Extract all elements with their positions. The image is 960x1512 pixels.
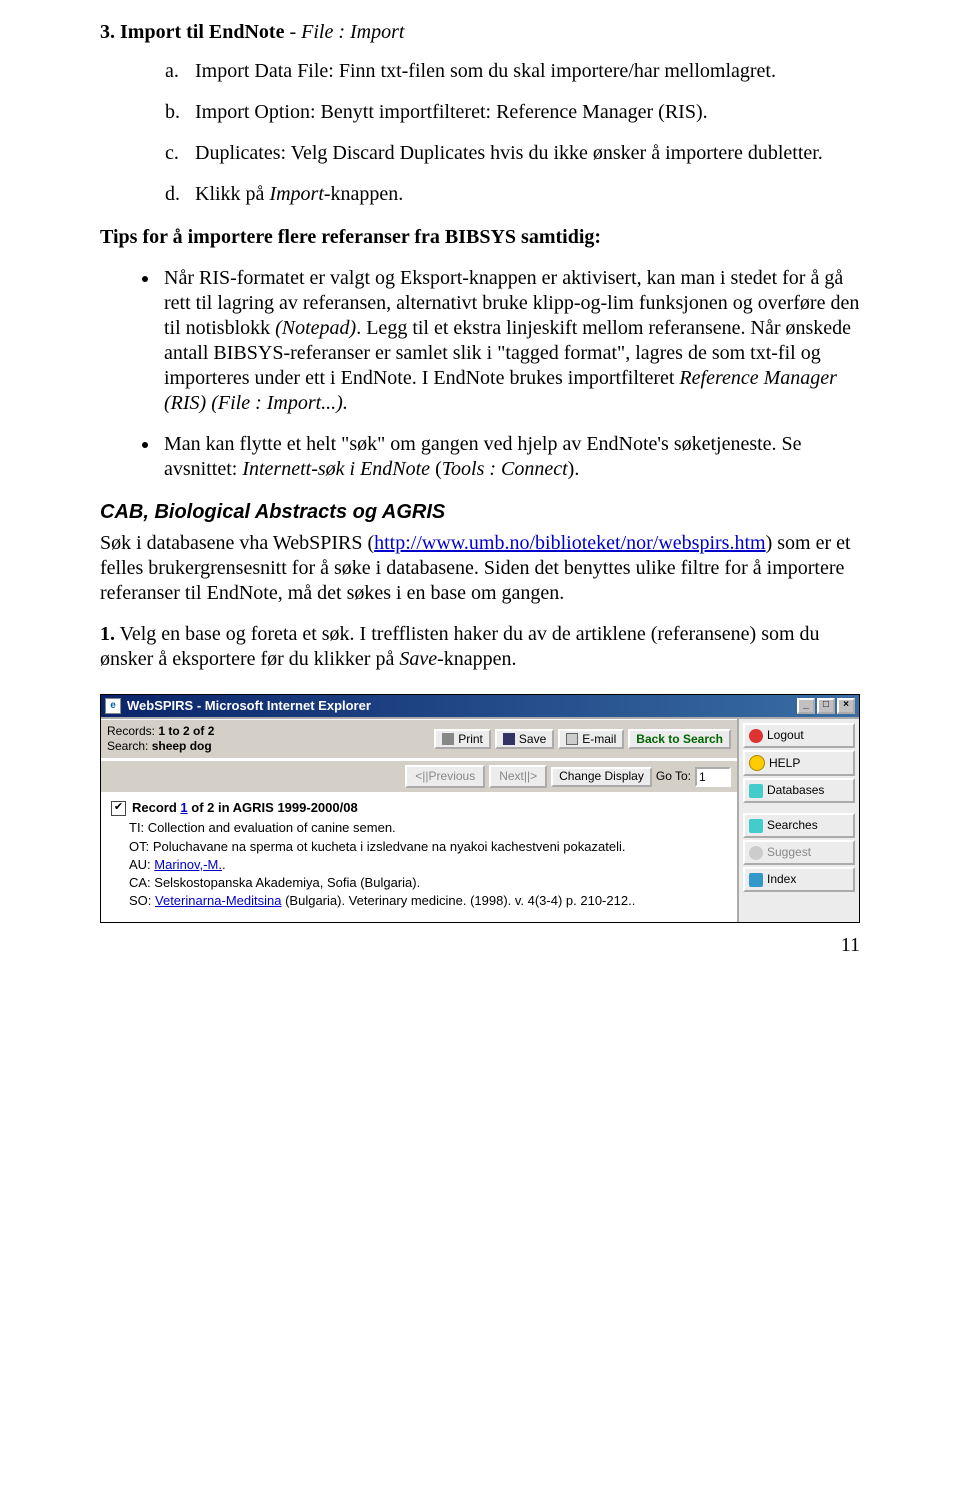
change-display-button[interactable]: Change Display [551,767,652,787]
searches-button[interactable]: Searches [743,813,855,838]
window-buttons: _ □ × [797,698,855,714]
window-title: WebSPIRS - Microsoft Internet Explorer [127,698,797,714]
minimize-icon[interactable]: _ [797,698,815,714]
bullet-2: Man kan flytte et helt "søk" om gangen v… [160,432,860,482]
suggest-button[interactable]: Suggest [743,840,855,865]
print-icon [442,733,454,745]
marker: d. [165,182,195,207]
marker: b. [165,100,195,125]
title-bar: e WebSPIRS - Microsoft Internet Explorer… [101,695,859,717]
record-au: AU: Marinov,-M.. [129,857,727,873]
save-icon [503,733,515,745]
logout-icon [749,729,763,743]
record-ti: TI: Collection and evaluation of canine … [129,820,727,836]
webspirs-link[interactable]: http://www.umb.no/biblioteket/nor/webspi… [374,532,765,554]
help-button[interactable]: HELP [743,750,855,776]
author-link[interactable]: Marinov,-M. [154,857,222,872]
sub-text: Duplicates: Velg Discard Duplicates hvis… [195,141,823,166]
print-button[interactable]: Print [434,729,491,749]
database-icon [749,784,763,798]
sub-text: Import Option: Benytt importfilteret: Re… [195,100,708,125]
index-icon [749,873,763,887]
browser-content: Records: 1 to 2 of 2 Search: sheep dog P… [101,717,859,922]
goto-label: Go To: [656,769,691,784]
sub-text: Klikk på Import-knappen. [195,182,403,207]
paragraph-1: Søk i databasene vha WebSPIRS (http://ww… [100,531,860,606]
heading-number: 3. [100,21,115,43]
goto-input[interactable] [695,767,731,787]
searches-icon [749,819,763,833]
back-to-search-button[interactable]: Back to Search [628,729,731,749]
record-number-link[interactable]: 1 [180,800,187,815]
sub-item-c: c. Duplicates: Velg Discard Duplicates h… [165,141,860,166]
record-so: SO: Veterinarna-Meditsina (Bulgaria). Ve… [129,893,727,909]
sub-item-b: b. Import Option: Benytt importfilteret:… [165,100,860,125]
suggest-icon [749,846,763,860]
browser-window: e WebSPIRS - Microsoft Internet Explorer… [100,694,860,923]
toolbar-row-2: <||Previous Next||> Change Display Go To… [101,760,737,794]
maximize-icon[interactable]: □ [817,698,835,714]
main-column: Records: 1 to 2 of 2 Search: sheep dog P… [101,719,737,922]
email-icon [566,733,578,745]
email-button[interactable]: E-mail [558,729,624,749]
record-ca: CA: Selskostopanska Akademiya, Sofia (Bu… [129,875,727,891]
ordered-sublist: a. Import Data File: Finn txt-filen som … [165,59,860,207]
save-button[interactable]: Save [495,729,554,749]
tips-heading: Tips for å importere flere referanser fr… [100,225,860,250]
marker: c. [165,141,195,166]
section-title: CAB, Biological Abstracts og AGRIS [100,500,860,525]
bullet-1: Når RIS-formatet er valgt og Eksport-kna… [160,266,860,416]
toolbar-row-1: Records: 1 to 2 of 2 Search: sheep dog P… [101,719,737,760]
sub-text: Import Data File: Finn txt-filen som du … [195,59,776,84]
app-icon: e [105,698,121,714]
page-number: 11 [100,933,860,958]
help-icon [749,755,765,771]
side-column: Logout HELP Databases Searches Suggest I… [737,719,859,922]
marker: a. [165,59,195,84]
record-header: ✔ Record 1 of 2 in AGRIS 1999-2000/08 [111,800,727,816]
heading-line: 3. Import til EndNote - File : Import [100,20,860,45]
logout-button[interactable]: Logout [743,723,855,748]
heading-italic: File : Import [301,21,404,43]
bullet-list: Når RIS-formatet er valgt og Eksport-kna… [100,266,860,482]
previous-button[interactable]: <||Previous [405,765,485,788]
records-info: Records: 1 to 2 of 2 Search: sheep dog [107,724,430,754]
step-1: 1. Velg en base og foreta et søk. I tref… [100,622,860,672]
databases-button[interactable]: Databases [743,778,855,803]
sub-item-a: a. Import Data File: Finn txt-filen som … [165,59,860,84]
next-button[interactable]: Next||> [489,765,547,788]
source-link[interactable]: Veterinarna-Meditsina [155,893,281,908]
record-checkbox[interactable]: ✔ [111,801,126,816]
close-icon[interactable]: × [837,698,855,714]
sub-item-d: d. Klikk på Import-knappen. [165,182,860,207]
heading-bold: Import til EndNote [120,21,284,43]
record-ot: OT: Poluchavane na sperma ot kucheta i i… [129,839,727,855]
record-panel: ✔ Record 1 of 2 in AGRIS 1999-2000/08 TI… [101,794,737,922]
index-button[interactable]: Index [743,867,855,892]
